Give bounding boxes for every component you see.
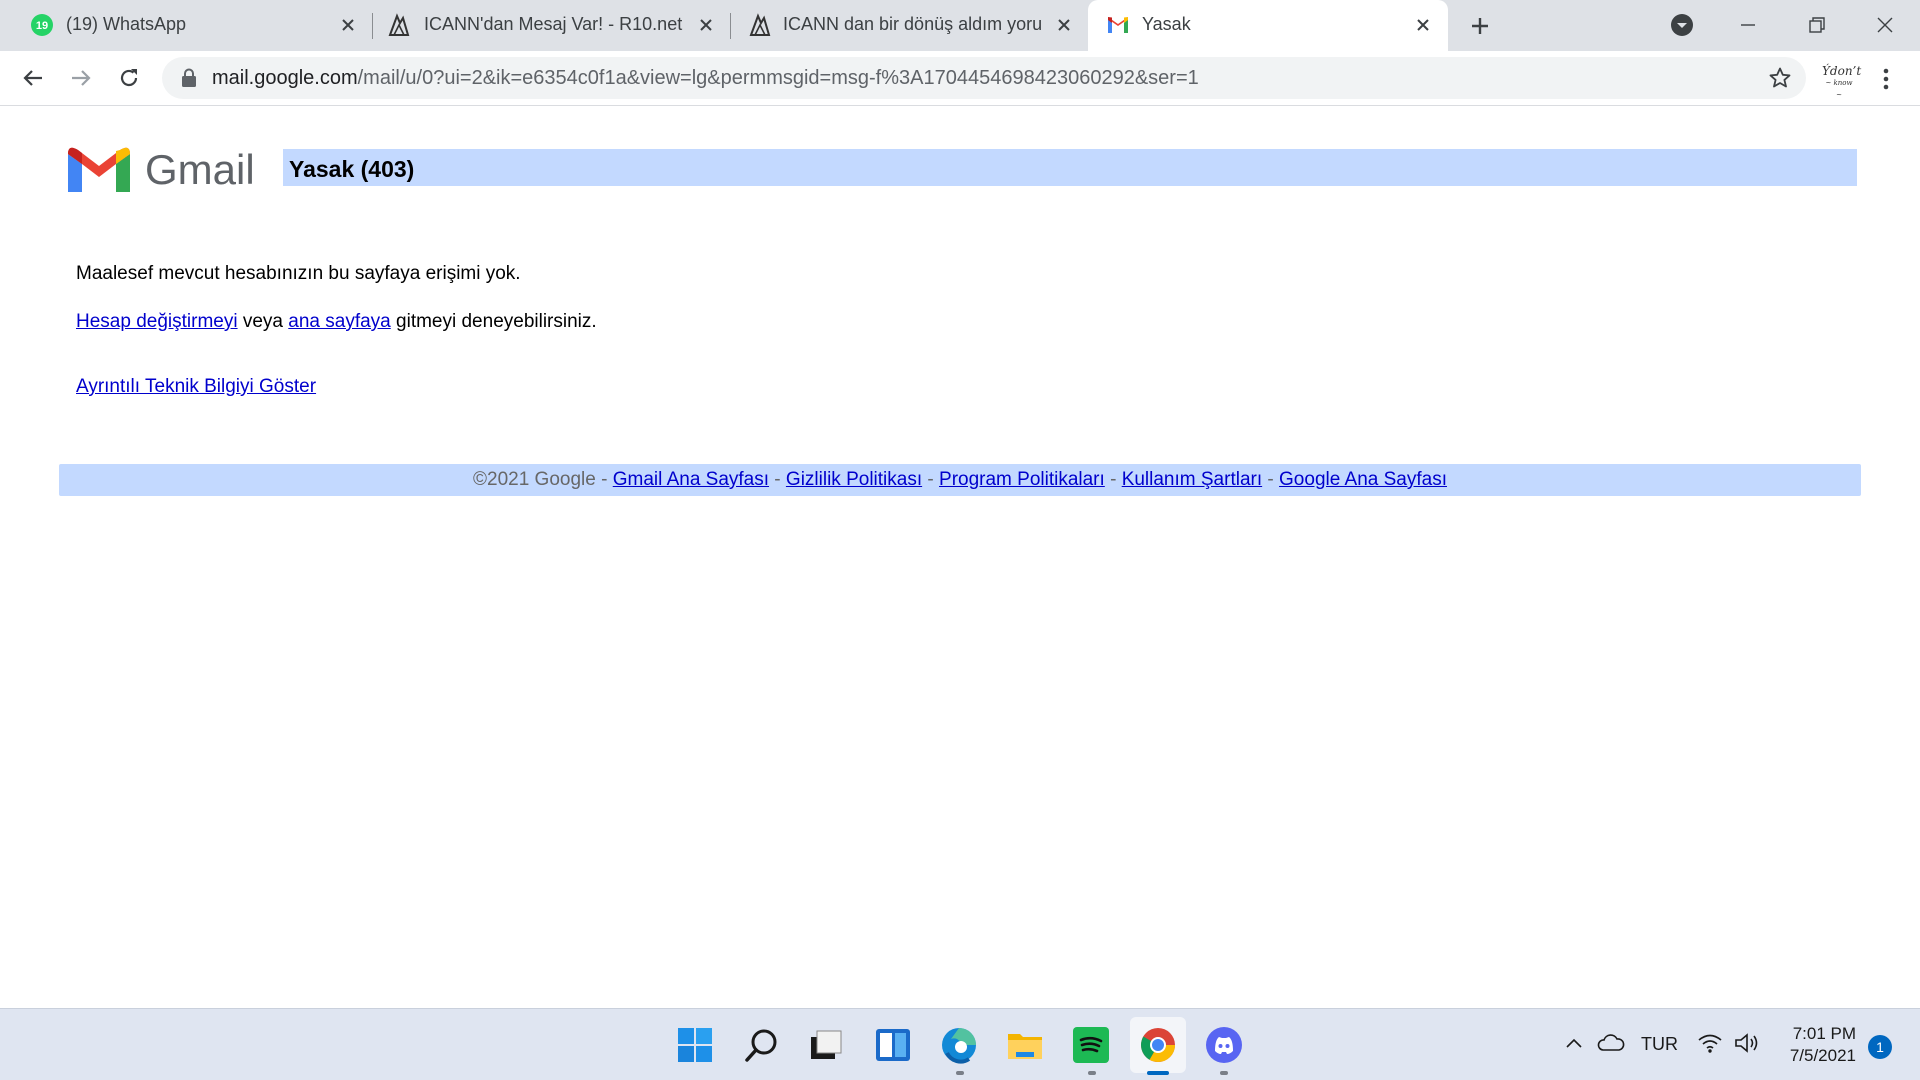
footer-bar: ©2021 Google - Gmail Ana Sayfası - Gizli… (59, 464, 1861, 496)
profile-avatar[interactable]: Ýdon’t ~ know ~ (1822, 64, 1862, 99)
bookmark-star-icon[interactable] (1768, 66, 1792, 90)
profile-signature-line2: ~ know ~ (1825, 79, 1853, 99)
close-tab-icon[interactable] (693, 12, 719, 38)
r10-icon (749, 13, 771, 36)
show-hidden-icons-chevron-icon[interactable] (1562, 1031, 1586, 1055)
clock-time: 7:01 PM (1792, 1024, 1856, 1043)
home-page-link[interactable]: ana sayfaya (288, 311, 390, 332)
close-window-icon[interactable] (1870, 10, 1900, 40)
restore-icon[interactable] (1802, 10, 1832, 40)
file-explorer-icon[interactable] (1005, 1025, 1045, 1065)
whatsapp-icon: 19 (31, 14, 53, 36)
footer-privacy-link[interactable]: Gizlilik Politikası (786, 469, 922, 490)
task-view-icon[interactable] (807, 1025, 847, 1065)
tab-yasak[interactable]: Yasak (1088, 0, 1448, 51)
error-message: Maalesef mevcut hesabınızın bu sayfaya e… (76, 263, 521, 284)
tab-r10-icann[interactable]: ICANN'dan Mesaj Var! - R10.net (373, 0, 729, 51)
active-app-indicator (1147, 1071, 1169, 1075)
tab-r10-icann-reply[interactable]: ICANN dan bir dönüş aldım yoru (731, 0, 1087, 51)
tab-title: ICANN dan bir dönüş aldım yoru (783, 14, 1041, 34)
url-text[interactable]: mail.google.com/mail/u/0?ui=2&ik=e6354c0… (212, 67, 1199, 90)
footer-separator: - (922, 469, 940, 490)
show-technical-details-link[interactable]: Ayrıntılı Teknik Bilgiyi Göster (76, 376, 316, 397)
tab-whatsapp[interactable]: 19 (19) WhatsApp (0, 0, 372, 51)
discord-icon[interactable] (1204, 1025, 1244, 1065)
browser-toolbar: mail.google.com/mail/u/0?ui=2&ik=e6354c0… (0, 51, 1920, 106)
footer-separator: - (769, 469, 786, 490)
back-icon[interactable] (18, 63, 48, 93)
footer-separator: - (1262, 469, 1280, 490)
page-content: Gmail Yasak (403) Maalesef mevcut hesabı… (0, 106, 1920, 1008)
widgets-icon[interactable] (873, 1025, 913, 1065)
tab-title: (19) WhatsApp (66, 14, 187, 34)
suggestion-mid: veya (237, 311, 289, 332)
page-title-bar: Yasak (403) (283, 149, 1857, 186)
start-icon[interactable] (675, 1025, 715, 1065)
footer-separator: - (1104, 469, 1122, 490)
forward-icon[interactable] (66, 63, 96, 93)
gmail-logo-text: Gmail (145, 146, 255, 193)
system-clock[interactable]: 7:01 PM 7/5/2021 (1770, 1023, 1856, 1067)
footer-gmail-home-link[interactable]: Gmail Ana Sayfası (613, 469, 769, 490)
running-indicator (956, 1071, 964, 1075)
suggestion-tail: gitmeyi deneyebilirsiniz. (390, 311, 597, 332)
r10-icon (388, 13, 410, 36)
address-bar[interactable]: mail.google.com/mail/u/0?ui=2&ik=e6354c0… (162, 57, 1806, 99)
footer-program-policies-link[interactable]: Program Politikaları (939, 469, 1105, 490)
volume-icon[interactable] (1733, 1031, 1761, 1055)
footer-terms-link[interactable]: Kullanım Şartları (1122, 469, 1262, 490)
onedrive-cloud-icon[interactable] (1597, 1031, 1625, 1055)
running-indicator (1220, 1071, 1228, 1075)
tab-title: ICANN'dan Mesaj Var! - R10.net (424, 14, 683, 34)
close-tab-icon[interactable] (335, 12, 361, 38)
notification-badge[interactable]: 1 (1868, 1035, 1892, 1059)
switch-account-link[interactable]: Hesap değiştirmeyi (76, 311, 238, 332)
search-icon[interactable] (742, 1025, 782, 1065)
more-menu-icon[interactable] (1876, 64, 1896, 94)
taskbar: TUR 7:01 PM 7/5/2021 1 (0, 1008, 1920, 1080)
new-tab-icon[interactable] (1465, 11, 1495, 41)
wifi-icon[interactable] (1697, 1031, 1723, 1055)
minimize-icon[interactable] (1733, 10, 1763, 40)
footer-separator: - (595, 469, 613, 490)
profile-signature-line1: Ýdon’t (1822, 64, 1862, 78)
tab-search-icon[interactable] (1667, 10, 1697, 40)
tab-badge: 19 (36, 20, 48, 32)
suggestion-text: Hesap değiştirmeyi veya ana sayfaya gitm… (76, 311, 597, 333)
edge-icon[interactable] (939, 1025, 979, 1065)
tab-strip: 19 (19) WhatsApp ICANN'dan Mesaj Var! - … (0, 0, 1920, 51)
spotify-icon[interactable] (1071, 1025, 1111, 1065)
gmail-logo-icon (68, 147, 130, 192)
running-indicator (1088, 1071, 1096, 1075)
tab-title: Yasak (1142, 14, 1191, 34)
input-language-indicator[interactable]: TUR (1641, 1034, 1678, 1055)
url-host: mail.google.com (212, 67, 358, 89)
lock-icon[interactable] (180, 68, 198, 88)
footer-google-home-link[interactable]: Google Ana Sayfası (1279, 469, 1447, 490)
footer-copyright: ©2021 Google (473, 469, 596, 490)
reload-icon[interactable] (114, 63, 144, 93)
close-tab-icon[interactable] (1051, 12, 1077, 38)
url-path: /mail/u/0?ui=2&ik=e6354c0f1a&view=lg&per… (357, 67, 1199, 89)
clock-date: 7/5/2021 (1789, 1046, 1856, 1065)
close-tab-icon[interactable] (1410, 12, 1436, 38)
page-title: Yasak (403) (289, 156, 415, 182)
gmail-icon (1108, 17, 1128, 33)
details-row: Ayrıntılı Teknik Bilgiyi Göster (76, 376, 316, 398)
chrome-icon[interactable] (1138, 1025, 1178, 1065)
